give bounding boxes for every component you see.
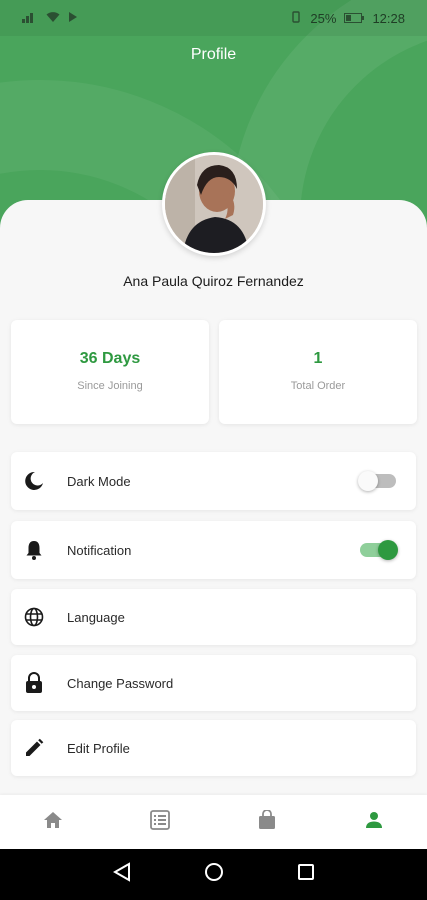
setting-notification[interactable]: Notification [11, 521, 416, 579]
person-icon [365, 811, 383, 834]
setting-change-password[interactable]: Change Password [11, 655, 416, 711]
status-bar: 25% 12:28 [0, 0, 427, 36]
battery-icon [344, 11, 365, 26]
setting-edit-profile[interactable]: Edit Profile [11, 720, 416, 776]
media-play-icon [68, 11, 78, 26]
stat-value: 36 Days [79, 350, 141, 367]
home-circle-icon [204, 862, 224, 887]
setting-label: Language [67, 609, 125, 625]
pencil-icon [23, 737, 45, 759]
home-button[interactable] [202, 863, 226, 887]
dark-mode-toggle[interactable] [358, 471, 396, 491]
battery-percent: 25% [310, 10, 337, 26]
setting-label: Change Password [67, 675, 174, 691]
notification-toggle[interactable] [360, 540, 398, 560]
setting-label: Edit Profile [67, 740, 130, 756]
bell-icon [23, 539, 45, 561]
stat-card-orders: 1 Total Order [219, 320, 417, 424]
recents-square-icon [297, 863, 315, 886]
nav-shop[interactable] [247, 802, 287, 842]
back-triangle-icon [112, 862, 131, 887]
shopping-bag-icon [258, 808, 276, 835]
bottom-navigation [0, 795, 427, 849]
nav-home[interactable] [33, 802, 73, 842]
setting-dark-mode[interactable]: Dark Mode [11, 452, 416, 510]
globe-icon [23, 606, 45, 628]
stat-label: Since Joining [77, 380, 143, 392]
lock-icon [23, 672, 45, 694]
setting-label: Notification [67, 542, 132, 558]
recents-button[interactable] [294, 863, 318, 887]
stat-card-days: 36 Days Since Joining [11, 320, 209, 424]
stat-label: Total Order [290, 380, 346, 392]
home-icon [43, 811, 63, 834]
setting-language[interactable]: Language [11, 589, 416, 645]
vibrate-icon [290, 10, 302, 26]
list-icon [150, 809, 171, 835]
avatar[interactable] [162, 152, 266, 256]
system-navigation-bar [0, 849, 427, 900]
setting-label: Dark Mode [67, 473, 131, 489]
page-title: Profile [190, 46, 237, 63]
back-button[interactable] [110, 862, 134, 887]
stat-value: 1 [313, 350, 323, 367]
signal-icon [22, 11, 38, 26]
moon-icon [23, 470, 45, 492]
nav-orders[interactable] [140, 802, 180, 842]
wifi-icon [46, 11, 60, 26]
nav-profile[interactable] [354, 802, 394, 842]
clock: 12:28 [372, 10, 405, 26]
profile-name: Ana Paula Quiroz Fernandez [123, 273, 304, 289]
